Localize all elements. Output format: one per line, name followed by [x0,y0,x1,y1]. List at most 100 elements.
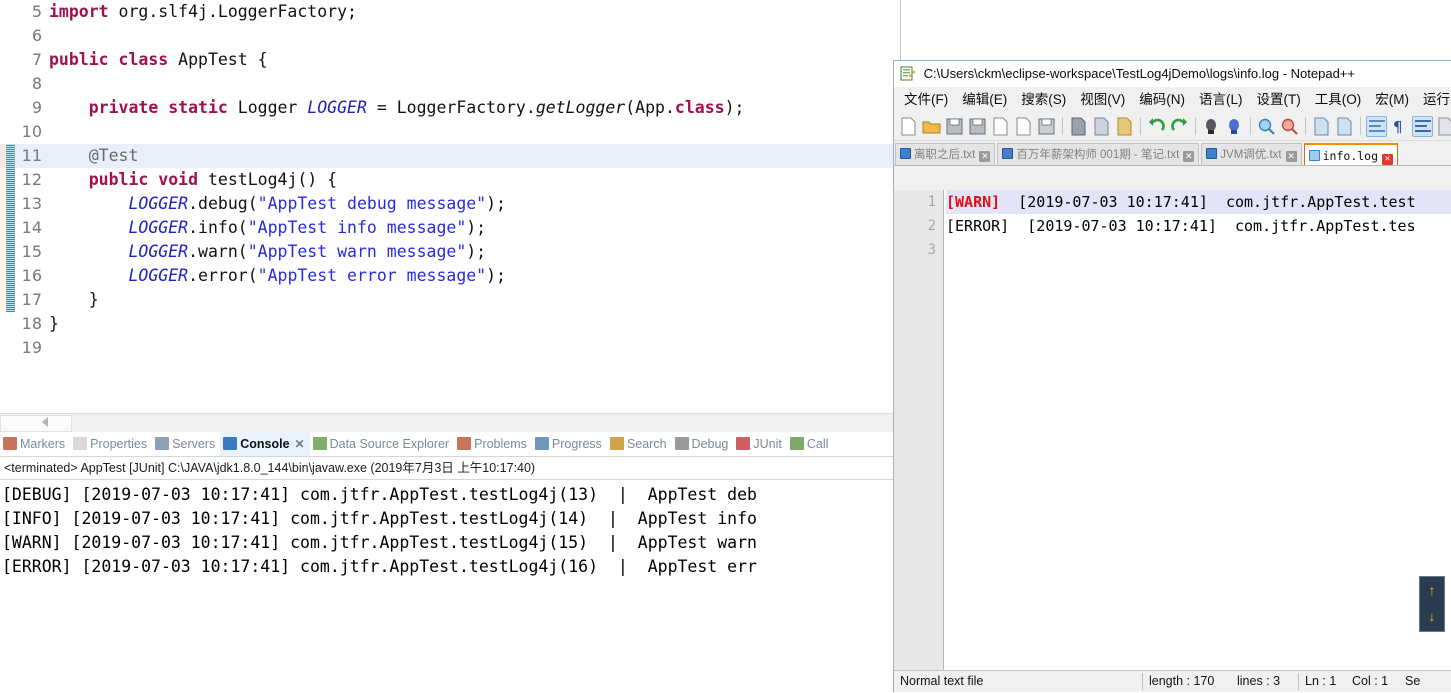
view-tab-label: Console [240,437,290,451]
replace-icon[interactable] [1224,116,1245,137]
menu-item-7[interactable]: 工具(O) [1308,87,1369,113]
redo-icon[interactable] [1169,116,1190,137]
close-icon[interactable]: ✕ [979,151,991,162]
show-all-chars-icon[interactable]: ¶ [1389,116,1410,137]
menu-item-3[interactable]: 视图(V) [1073,87,1132,113]
find-icon[interactable] [1201,116,1222,137]
code-line[interactable]: 7 public class AppTest { [0,48,900,72]
console-icon [223,437,238,450]
notepadpp-toolbar[interactable]: ¶ [894,113,1451,141]
zoom-in-icon[interactable] [1256,116,1277,137]
code-line-number: 18 [21,314,42,333]
document-tab-2[interactable]: JVM调优.txt ✕ [1201,143,1302,165]
show-summary-icon[interactable] [1435,116,1451,137]
document-tab-1[interactable]: 百万年薪架构师 001期 - 笔记.txt ✕ [997,143,1200,165]
copy-icon[interactable] [1091,116,1112,137]
paste-icon[interactable] [1114,116,1135,137]
console-process-label: <terminated> AppTest [JUnit] C:\JAVA\jdk… [0,457,899,480]
menu-item-4[interactable]: 编码(N) [1132,87,1192,113]
log-line[interactable] [946,238,1451,262]
code-line[interactable]: 12 public void testLog4j() { [0,168,900,192]
close-icon[interactable]: ✕ [1382,154,1394,165]
menu-item-1[interactable]: 编辑(E) [955,87,1014,113]
new-file-icon[interactable] [898,116,919,137]
view-tab-servers[interactable]: Servers [152,432,220,456]
scrollbar-thumb[interactable] [0,415,72,432]
close-file-icon[interactable] [990,116,1011,137]
menu-item-0[interactable]: 文件(F) [897,87,955,113]
menu-item-6[interactable]: 设置(T) [1250,87,1308,113]
log-line[interactable]: [WARN] [2019-07-03 10:17:41] com.jtfr.Ap… [946,190,1451,214]
code-line-text: } [49,314,59,333]
view-tab-data-source-explorer[interactable]: Data Source Explorer [310,432,455,456]
java-editor[interactable]: 5 import org.slf4j.LoggerFactory; 6 7 public… [0,0,901,432]
code-line[interactable]: 11 @Test [0,144,900,168]
menu-item-8[interactable]: 宏(M) [1368,87,1416,113]
word-wrap-icon[interactable] [1366,116,1387,137]
menu-item-5[interactable]: 语言(L) [1192,87,1250,113]
zoom-out-icon[interactable] [1279,116,1300,137]
debug-icon [674,437,689,450]
notepadpp-window[interactable]: C:\Users\ckm\eclipse-workspace\TestLog4j… [893,60,1451,692]
code-line[interactable]: 9 private static Logger LOGGER = LoggerF… [0,96,900,120]
document-tab-3[interactable]: info.log ✕ [1303,143,1399,165]
code-line[interactable]: 6 [0,24,900,48]
code-line[interactable]: 14 LOGGER.info("AppTest info message"); [0,216,900,240]
servers-icon [155,437,170,450]
code-line[interactable]: 15 LOGGER.warn("AppTest warn message"); [0,240,900,264]
sync-vertical-icon[interactable] [1311,116,1332,137]
code-line[interactable]: 5 import org.slf4j.LoggerFactory; [0,0,900,24]
close-icon[interactable]: ✕ [1183,151,1195,162]
toolbar-separator [1140,117,1141,135]
editor-code-area[interactable]: 5 import org.slf4j.LoggerFactory; 6 7 public… [0,0,900,414]
view-tab-console[interactable]: Console ✕ [220,432,310,456]
scroll-up-arrow-icon[interactable]: ↑ [1420,577,1444,603]
save-icon[interactable] [944,116,965,137]
open-file-icon[interactable] [921,116,942,137]
close-all-icon[interactable] [1013,116,1034,137]
log-line-number: 3 [927,242,936,258]
close-icon[interactable]: ✕ [295,432,305,456]
code-line[interactable]: 19 [0,336,900,360]
view-tab-debug[interactable]: Debug [672,432,734,456]
notepadpp-document-tabs[interactable]: 离职之后.txt ✕ 百万年薪架构师 001期 - 笔记.txt ✕ JVM调优.txt… [894,141,1451,166]
scroll-to-edge-widget[interactable]: ↑ ↓ [1419,576,1445,632]
close-icon[interactable]: ✕ [1285,151,1297,162]
view-tab-junit[interactable]: JUnit [733,432,786,456]
scroll-down-arrow-icon[interactable]: ↓ [1420,603,1444,629]
menu-item-2[interactable]: 搜索(S) [1014,87,1073,113]
view-tab-properties[interactable]: Properties [70,432,152,456]
log-line[interactable]: [ERROR] [2019-07-03 10:17:41] com.jtfr.A… [946,214,1451,238]
code-line-number: 11 [21,146,42,165]
search-icon [609,437,624,450]
document-tab-0[interactable]: 离职之后.txt ✕ [895,143,996,165]
code-line-text: } [49,290,99,309]
code-line[interactable]: 18} [0,312,900,336]
code-line[interactable]: 8 [0,72,900,96]
markers-icon [3,437,17,450]
sync-horizontal-icon[interactable] [1334,116,1355,137]
cut-icon[interactable] [1068,116,1089,137]
view-tab-markers[interactable]: Markers [0,432,70,456]
view-tab-problems[interactable]: Problems [454,432,532,456]
undo-icon[interactable] [1146,116,1167,137]
editor-horizontal-scrollbar[interactable] [0,413,900,432]
view-tab-progress[interactable]: Progress [532,432,607,456]
save-all-icon[interactable] [967,116,988,137]
notepadpp-menu-bar[interactable]: 文件(F) 编辑(E) 搜索(S) 视图(V) 编码(N) 语言(L) 设置(T) 工具(O)… [894,87,1451,113]
chevron-left-icon[interactable] [42,417,48,427]
code-line[interactable]: 16 LOGGER.error("AppTest error message")… [0,264,900,288]
log-text-area[interactable]: [WARN] [2019-07-03 10:17:41] com.jtfr.Ap… [946,190,1451,670]
code-line[interactable]: 13 LOGGER.debug("AppTest debug message")… [0,192,900,216]
indent-guide-icon[interactable] [1412,116,1433,137]
print-icon[interactable] [1036,116,1057,137]
view-tab-bar[interactable]: Markers Properties Servers Console ✕ Data Sou… [0,432,899,457]
view-tab-call[interactable]: Call [787,432,834,456]
code-line-text: public void testLog4j() { [88,170,338,189]
code-line[interactable]: 17 } [0,288,900,312]
view-tab-search[interactable]: Search [607,432,672,456]
code-line[interactable]: 10 [0,120,900,144]
console-output[interactable]: [DEBUG] [2019-07-03 10:17:41] com.jtfr.A… [0,480,899,693]
menu-item-9[interactable]: 运行(R) [1416,87,1451,113]
notepadpp-editor[interactable]: 1 2 3 [WARN] [2019-07-03 10:17:41] com.jtf… [894,190,1451,670]
